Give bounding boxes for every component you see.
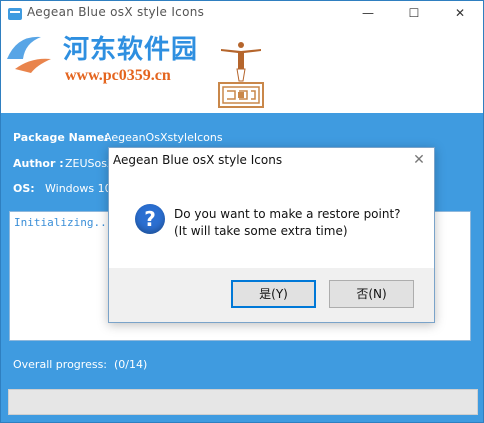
author-label: Author :: [13, 157, 64, 170]
app-icon: [8, 8, 22, 20]
os-label: OS:: [13, 182, 35, 195]
dialog-message-line1: Do you want to make a restore point?: [174, 207, 401, 221]
dialog-body: ? Do you want to make a restore point? (…: [109, 172, 434, 268]
dialog-title: Aegean Blue osX style Icons: [113, 153, 283, 167]
package-name-value: AegeanOsXstyleIcons: [104, 131, 223, 144]
dialog-message-line2: (It will take some extra time): [174, 224, 348, 238]
log-text: Initializing...: [14, 216, 114, 229]
package-name-label: Package Name:: [13, 131, 109, 144]
overall-progress-bar: [8, 389, 478, 415]
close-button[interactable]: ✕: [437, 1, 483, 27]
dialog-close-button[interactable]: ✕: [405, 148, 433, 172]
overall-progress-label: Overall progress:: [13, 358, 107, 371]
yes-button[interactable]: 是(Y): [231, 280, 316, 308]
watermark-logo-icon: [7, 36, 51, 73]
installer-window: Aegean Blue osX style Icons — ☐ ✕ 河东软件园 …: [0, 0, 484, 423]
os-value: Windows 10: [45, 182, 112, 195]
question-icon: ?: [135, 204, 165, 234]
overall-progress-value: (0/14): [114, 358, 148, 371]
window-title: Aegean Blue osX style Icons: [27, 5, 205, 19]
greek-figure-logo-icon: [218, 42, 264, 108]
header-banner: 河东软件园 www.pc0359.cn: [1, 27, 483, 113]
no-button[interactable]: 否(N): [329, 280, 414, 308]
watermark-url: www.pc0359.cn: [65, 67, 171, 84]
watermark-title: 河东软件园: [63, 35, 199, 64]
restore-point-dialog: Aegean Blue osX style Icons ✕ ? Do you w…: [108, 147, 435, 323]
maximize-button[interactable]: ☐: [391, 1, 437, 27]
dialog-titlebar[interactable]: Aegean Blue osX style Icons ✕: [109, 148, 434, 172]
minimize-button[interactable]: —: [345, 1, 391, 27]
window-titlebar[interactable]: Aegean Blue osX style Icons — ☐ ✕: [1, 1, 483, 27]
